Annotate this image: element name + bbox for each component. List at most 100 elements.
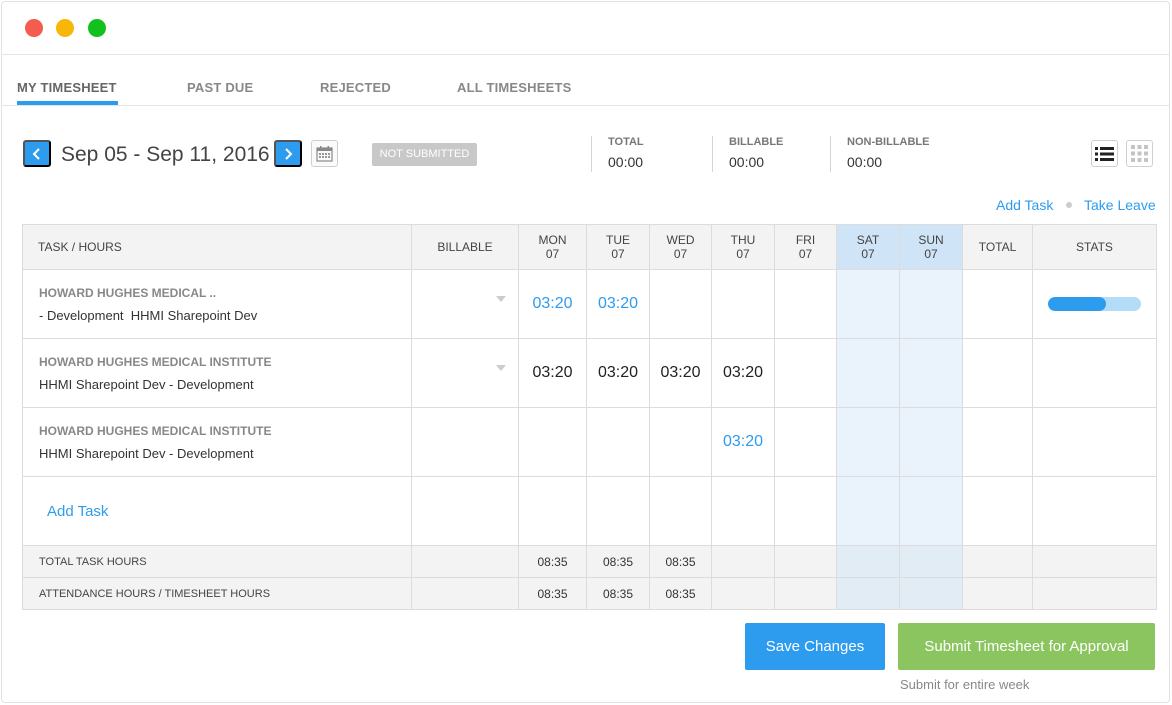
- header-billable: BILLABLE: [411, 224, 519, 270]
- attendance-cell-tue: 08:35: [586, 577, 650, 610]
- summary-billable-label: BILLABLE: [729, 136, 784, 148]
- tab-past-due[interactable]: PAST DUE: [187, 80, 253, 95]
- project-name: HHMI Sharepoint Dev - Development: [39, 445, 254, 461]
- separator-dot: [1066, 202, 1072, 208]
- task-cell[interactable]: HOWARD HUGHES MEDICAL INSTITUTE HHMI Sha…: [22, 338, 412, 408]
- save-changes-button[interactable]: Save Changes: [745, 623, 885, 670]
- billable-select[interactable]: [411, 269, 519, 339]
- stats-cell: [1032, 338, 1157, 408]
- stats-cell: [1032, 269, 1157, 339]
- hours-cell-wed[interactable]: 03:20: [649, 338, 712, 408]
- task-cell[interactable]: HOWARD HUGHES MEDICAL INSTITUTE HHMI Sha…: [22, 407, 412, 477]
- attendance-hours-row: ATTENDANCE HOURS / TIMESHEET HOURS 08:35…: [22, 577, 1157, 610]
- billable-select[interactable]: [411, 338, 519, 408]
- header-day-sat: SAT 07: [836, 224, 900, 270]
- billable-cell[interactable]: [411, 407, 519, 477]
- hours-cell-wed[interactable]: [649, 269, 712, 339]
- list-view-button[interactable]: [1091, 140, 1118, 167]
- table-header-row: TASK / HOURS BILLABLE MON 07 TUE 07 WED 07 …: [22, 224, 1157, 270]
- hours-cell-sun[interactable]: [899, 407, 963, 477]
- grid-icon: [1131, 145, 1148, 162]
- table-row: HOWARD HUGHES MEDICAL INSTITUTE HHMI Sha…: [22, 338, 1157, 408]
- stats-progress-fill: [1048, 297, 1106, 311]
- total-cell-sat: [836, 545, 900, 578]
- table-row: HOWARD HUGHES MEDICAL INSTITUTE HHMI Sha…: [22, 407, 1157, 477]
- row-total-cell: [962, 338, 1033, 408]
- attendance-cell-fri: [774, 577, 837, 610]
- active-tab-indicator: [17, 101, 118, 105]
- attendance-cell-sun: [899, 577, 963, 610]
- hours-cell-mon[interactable]: 03:20: [518, 269, 587, 339]
- hours-cell-mon[interactable]: 03:20: [518, 338, 587, 408]
- hours-cell-sat[interactable]: [836, 338, 900, 408]
- hours-cell-thu[interactable]: 03:20: [711, 338, 775, 408]
- hours-cell-thu[interactable]: [711, 269, 775, 339]
- add-task-row: Add Task: [22, 476, 1157, 546]
- summary-nonbillable-label: NON-BILLABLE: [847, 136, 930, 148]
- caret-down-icon: [496, 365, 506, 371]
- hours-cell-mon[interactable]: [518, 407, 587, 477]
- header-day-thu: THU 07: [711, 224, 775, 270]
- project-name: HHMI Sharepoint Dev - Development: [39, 376, 254, 392]
- hours-cell-tue[interactable]: 03:20: [586, 338, 650, 408]
- summary-billable: BILLABLE 00:00: [712, 136, 783, 172]
- header-day-wed: WED 07: [649, 224, 712, 270]
- minimize-window-button[interactable]: [56, 19, 74, 37]
- project-name: - Development HHMI Sharepoint Dev: [39, 307, 258, 323]
- hours-cell-wed[interactable]: [649, 407, 712, 477]
- task-cell[interactable]: HOWARD HUGHES MEDICAL .. - Development H…: [22, 269, 412, 339]
- client-name: HOWARD HUGHES MEDICAL INSTITUTE: [39, 423, 272, 438]
- hours-cell-fri[interactable]: [774, 338, 837, 408]
- hours-cell-thu[interactable]: 03:20: [711, 407, 775, 477]
- grid-view-button[interactable]: [1126, 140, 1153, 167]
- total-cell-wed: 08:35: [649, 545, 712, 578]
- submit-note: Submit for entire week: [900, 677, 1030, 692]
- stats-cell: [1032, 407, 1157, 477]
- tab-rejected[interactable]: REJECTED: [320, 80, 391, 95]
- hours-cell-fri[interactable]: [774, 407, 837, 477]
- table-row: HOWARD HUGHES MEDICAL .. - Development H…: [22, 269, 1157, 339]
- hours-cell-tue[interactable]: [586, 407, 650, 477]
- client-name: HOWARD HUGHES MEDICAL INSTITUTE: [39, 354, 272, 369]
- maximize-window-button[interactable]: [88, 19, 106, 37]
- header-day-mon: MON 07: [518, 224, 587, 270]
- timesheet-table: TASK / HOURS BILLABLE MON 07 TUE 07 WED 07 …: [22, 224, 1157, 610]
- next-week-button[interactable]: [274, 140, 302, 167]
- client-name: HOWARD HUGHES MEDICAL ..: [39, 285, 217, 300]
- chevron-right-icon: [285, 147, 293, 160]
- attendance-cell-sat: [836, 577, 900, 610]
- add-task-row-link[interactable]: Add Task: [22, 476, 412, 546]
- window-titlebar: [2, 2, 1169, 55]
- calendar-picker-button[interactable]: [311, 140, 338, 167]
- header-day-fri: FRI 07: [774, 224, 837, 270]
- header-stats: STATS: [1032, 224, 1157, 270]
- summary-total-label: TOTAL: [608, 136, 644, 148]
- summary-billable-value: 00:00: [729, 154, 765, 170]
- total-task-hours-label: TOTAL TASK HOURS: [22, 545, 412, 578]
- take-leave-link[interactable]: Take Leave: [1084, 197, 1156, 213]
- hours-cell-sun[interactable]: [899, 269, 963, 339]
- tab-my-timesheet[interactable]: MY TIMESHEET: [17, 80, 117, 95]
- summary-nonbillable: NON-BILLABLE 00:00: [830, 136, 930, 172]
- summary-nonbillable-value: 00:00: [847, 154, 883, 170]
- hours-cell-sun[interactable]: [899, 338, 963, 408]
- close-window-button[interactable]: [25, 19, 43, 37]
- list-icon: [1095, 146, 1114, 161]
- week-date-range: Sep 05 - Sep 11, 2016: [61, 143, 270, 166]
- header-total: TOTAL: [962, 224, 1033, 270]
- add-task-link[interactable]: Add Task: [996, 197, 1053, 213]
- chevron-left-icon: [32, 147, 40, 160]
- hours-cell-sat[interactable]: [836, 407, 900, 477]
- hours-cell-fri[interactable]: [774, 269, 837, 339]
- total-cell-fri: [774, 545, 837, 578]
- previous-week-button[interactable]: [23, 140, 51, 167]
- summary-total-value: 00:00: [608, 154, 644, 170]
- caret-down-icon: [496, 296, 506, 302]
- header-day-tue: TUE 07: [586, 224, 650, 270]
- hours-cell-sat[interactable]: [836, 269, 900, 339]
- tab-all-timesheets[interactable]: ALL TIMESHEETS: [457, 80, 572, 95]
- hours-cell-tue[interactable]: 03:20: [586, 269, 650, 339]
- header-day-sun: SUN 07: [899, 224, 963, 270]
- total-task-hours-row: TOTAL TASK HOURS 08:35 08:35 08:35: [22, 545, 1157, 578]
- submit-timesheet-button[interactable]: Submit Timesheet for Approval: [898, 623, 1155, 670]
